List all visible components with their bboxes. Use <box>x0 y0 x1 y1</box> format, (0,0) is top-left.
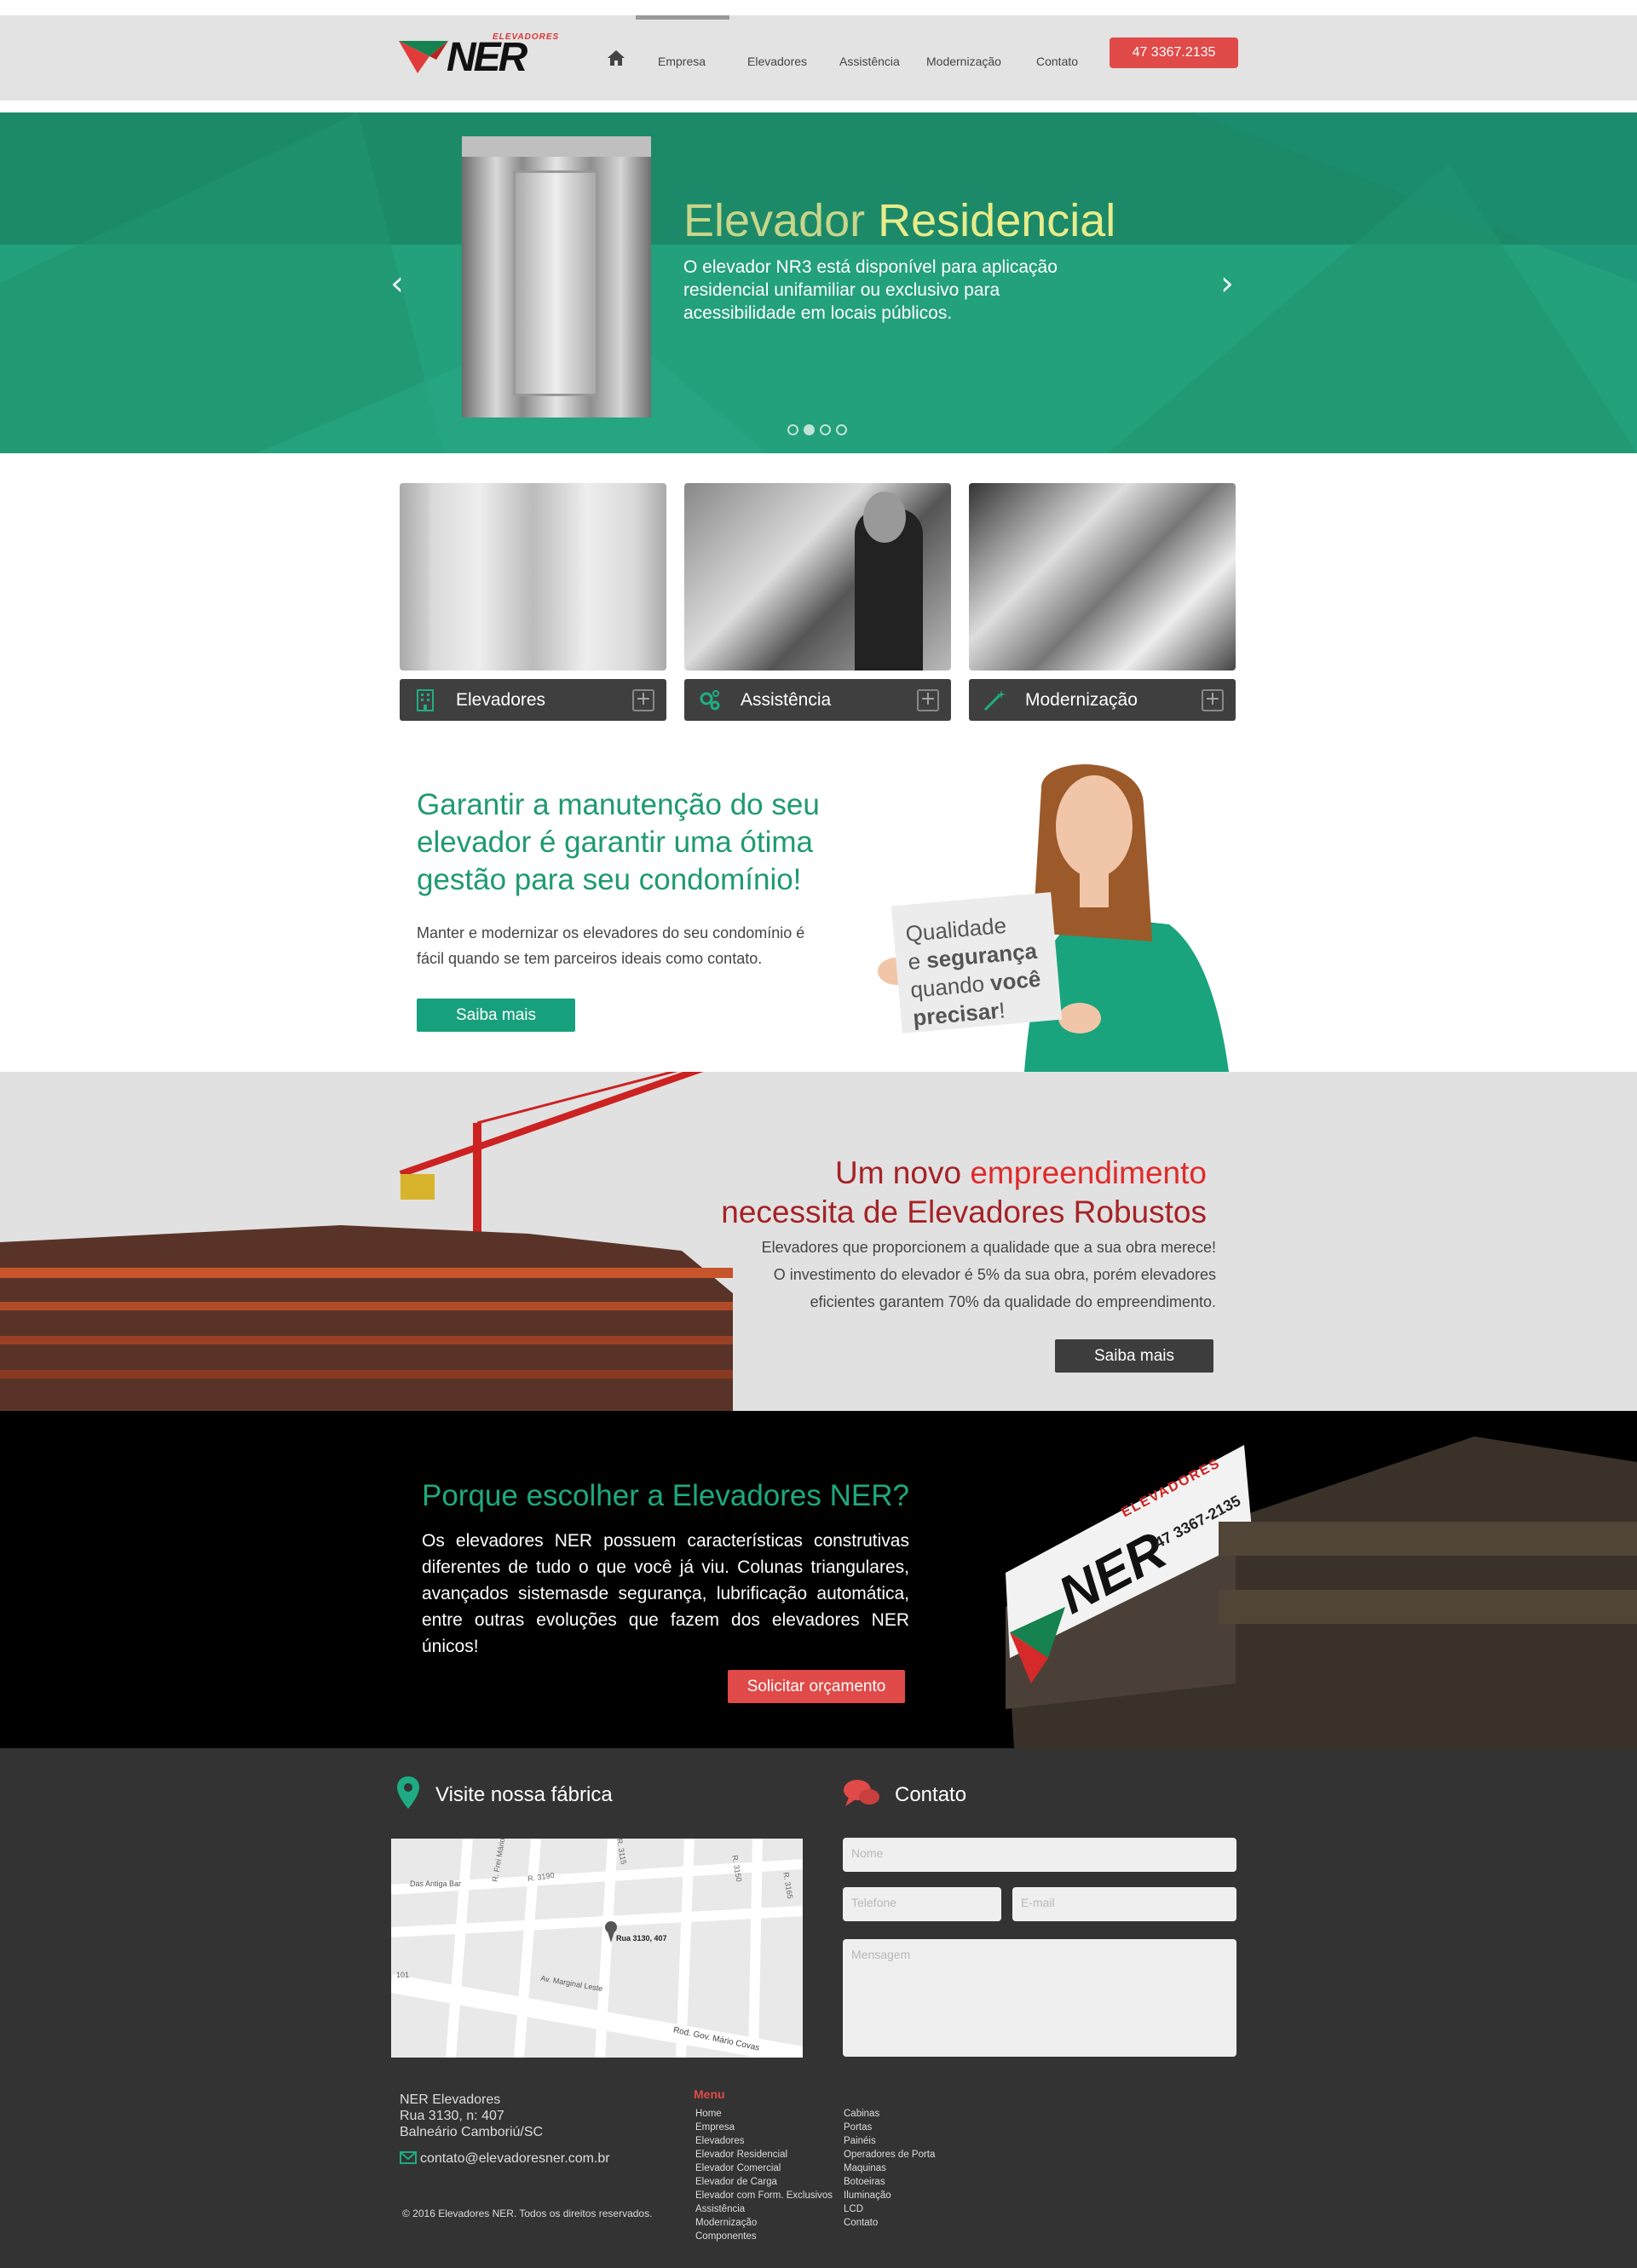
footer-address: NER Elevadores Rua 3130, n: 407 Balneári… <box>400 2092 544 2139</box>
top-spacer <box>0 0 1637 15</box>
maintenance-title: Garantir a manutenção do seu elevador é … <box>417 788 820 896</box>
nav-contato[interactable]: Contato <box>1036 55 1078 68</box>
card-image-modernizacao[interactable] <box>969 483 1236 671</box>
plus-icon[interactable]: + <box>1202 689 1224 711</box>
footer-menu-link[interactable]: Elevador com Form. Exclusivos <box>695 2189 833 2202</box>
map-street-label: 101 <box>396 1971 410 1979</box>
footer-menu-col1: Home Empresa Elevadores Elevador Residen… <box>695 2107 833 2243</box>
hero-title: Elevador Residencial <box>683 195 1116 246</box>
footer-menu-link[interactable]: Assistência <box>695 2202 833 2216</box>
message-field[interactable]: Mensagem <box>843 1939 1236 2057</box>
nav-assistencia[interactable]: Assistência <box>839 55 900 68</box>
card-elevadores[interactable]: Elevadores + <box>400 679 666 721</box>
footer-copyright: © 2016 Elevadores NER. Todos os direitos… <box>402 2208 653 2219</box>
nav-elevadores[interactable]: Elevadores <box>747 55 807 68</box>
site-header <box>0 15 1637 101</box>
footer-menu-link[interactable]: Botoeiras <box>844 2175 935 2189</box>
slider-dot-4[interactable] <box>836 424 847 435</box>
footer-menu-link[interactable]: Elevador de Carga <box>695 2175 833 2189</box>
slider-dot-2[interactable] <box>804 424 815 435</box>
footer-menu-link[interactable]: Home <box>695 2107 833 2121</box>
slider-dot-3[interactable] <box>820 424 831 435</box>
construction-title: Um novo empreendimento necessita de Elev… <box>721 1155 1207 1229</box>
envelope-icon <box>400 2151 417 2164</box>
slider-prev-icon[interactable]: ‹ <box>390 264 404 303</box>
logo-subtext: ELEVADORES <box>493 32 560 42</box>
building-icon <box>417 689 434 711</box>
map-pin-icon <box>397 1776 419 1809</box>
header-divider <box>0 101 1637 112</box>
footer-menu-link[interactable]: Cabinas <box>844 2107 935 2121</box>
home-icon[interactable] <box>607 49 625 66</box>
email-field[interactable]: E-mail <box>1012 1887 1236 1921</box>
hero-text: O elevador NR3 está disponível para apli… <box>683 257 1058 323</box>
footer-menu-link[interactable]: Operadores de Porta <box>844 2148 935 2162</box>
plus-icon[interactable]: + <box>917 689 939 711</box>
footer-menu-link[interactable]: LCD <box>844 2202 935 2216</box>
nav-modernizacao[interactable]: Modernização <box>926 55 1001 68</box>
card-label: Assistência <box>741 690 832 710</box>
gears-icon <box>700 690 720 711</box>
site-logo[interactable]: NER ELEVADORES <box>399 32 560 80</box>
card-label: Elevadores <box>456 690 546 710</box>
maintenance-text: Manter e modernizar os elevadores do seu… <box>417 924 805 967</box>
request-quote-button[interactable]: Solicitar orçamento <box>728 1670 905 1703</box>
construction-text: Elevadores que proporcionem a qualidade … <box>761 1239 1216 1310</box>
maintenance-more-button[interactable]: Saiba mais <box>417 999 575 1032</box>
footer-menu-col2: Cabinas Portas Painéis Operadores de Por… <box>844 2107 935 2230</box>
footer-menu-title: Menu <box>694 2087 725 2101</box>
phone-field[interactable]: Telefone <box>843 1887 1001 1921</box>
visit-factory-title: Visite nossa fábrica <box>435 1783 613 1806</box>
nav-empresa[interactable]: Empresa <box>658 55 706 68</box>
footer-menu-link[interactable]: Elevador Comercial <box>695 2162 833 2175</box>
footer-menu-link[interactable]: Elevador Residencial <box>695 2148 833 2162</box>
phone-button[interactable]: 47 3367.2135 <box>1110 37 1238 68</box>
nav-active-indicator <box>636 15 729 20</box>
why-section: Porque escolher a Elevadores NER? Os ele… <box>0 1411 1637 1748</box>
card-label: Modernização <box>1025 690 1138 710</box>
footer-menu-link[interactable]: Empresa <box>695 2121 833 2134</box>
slider-next-icon[interactable]: › <box>1220 264 1234 303</box>
footer-menu-link[interactable]: Elevadores <box>695 2134 833 2148</box>
footer-menu-link[interactable]: Modernização <box>695 2216 833 2230</box>
footer-menu-link[interactable]: Portas <box>844 2121 935 2134</box>
footer-menu-link[interactable]: Painéis <box>844 2134 935 2148</box>
why-title: Porque escolher a Elevadores NER? <box>422 1479 909 1512</box>
sign-card: Qualidade e segurança quando você precis… <box>891 892 1063 1033</box>
footer-menu-link[interactable]: Maquinas <box>844 2162 935 2175</box>
card-image-elevadores[interactable] <box>400 483 666 671</box>
location-map[interactable]: Rua 3130, 407 Das Antiga Bar R. 3190 R. … <box>391 1839 803 2058</box>
why-text: Os elevadores NER possuem característica… <box>422 1531 909 1656</box>
logo-flag-icon <box>399 41 448 73</box>
footer-email[interactable]: contato@elevadoresner.com.br <box>400 2151 610 2167</box>
woman-holding-sign-image: Qualidade e segurança quando você precis… <box>862 754 1239 1072</box>
map-street-label: Das Antiga Bar <box>410 1879 462 1888</box>
chat-bubbles-icon <box>844 1780 879 1806</box>
plus-icon[interactable]: + <box>632 689 654 711</box>
hero-elevator-image <box>462 136 651 417</box>
hero-slider: Elevador Residencial O elevador NR3 está… <box>0 112 1637 453</box>
slider-dot-1[interactable] <box>787 424 798 435</box>
footer-menu-link[interactable]: Contato <box>844 2216 935 2230</box>
contact-title: Contato <box>895 1783 967 1806</box>
construction-more-button[interactable]: Saiba mais <box>1055 1339 1213 1373</box>
map-pin-label: Rua 3130, 407 <box>616 1934 667 1943</box>
card-image-assistencia[interactable] <box>684 483 951 671</box>
name-field[interactable]: Nome <box>843 1838 1236 1872</box>
card-modernizacao[interactable]: Modernização + <box>969 679 1236 721</box>
magic-wand-icon <box>983 690 1006 711</box>
card-assistencia[interactable]: Assistência + <box>684 679 951 721</box>
footer-menu-link[interactable]: Componentes <box>695 2230 833 2243</box>
footer-menu-link[interactable]: Iluminação <box>844 2189 935 2202</box>
construction-section: Um novo empreendimento necessita de Elev… <box>0 1072 1637 1411</box>
